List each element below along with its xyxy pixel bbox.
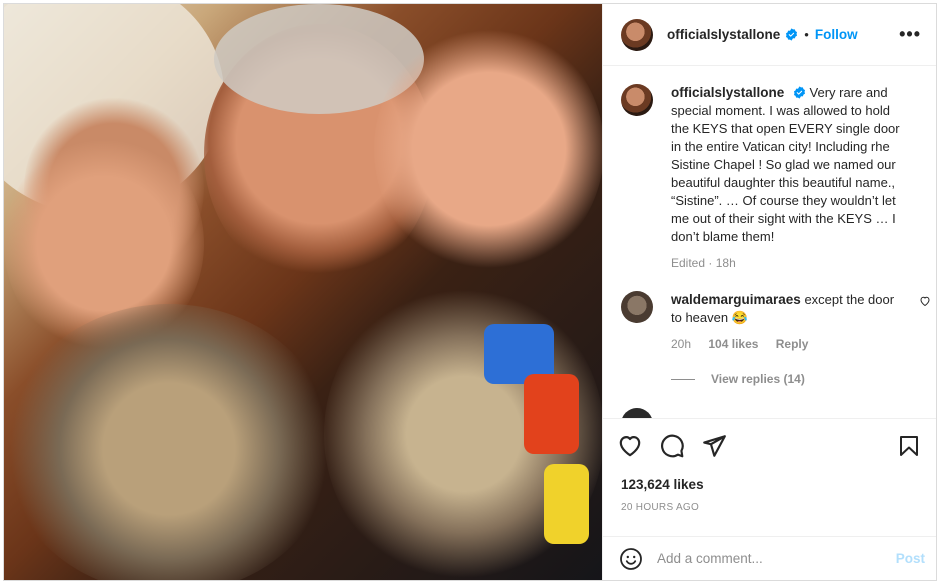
author-avatar[interactable] (621, 18, 653, 51)
edited-label: Edited (671, 256, 706, 270)
caption-meta: Edited · 18h (671, 254, 911, 272)
comment-like-heart-icon[interactable] (919, 295, 931, 307)
meta-dot: · (708, 256, 716, 270)
caption-text: Very rare and special moment. I was allo… (671, 85, 900, 244)
author-username[interactable]: officialslystallone (667, 27, 780, 42)
post-side-panel: officialslystallone • Follow ••• officia… (602, 4, 936, 580)
comment-bubble-icon[interactable] (659, 433, 685, 459)
photo-hand-right (374, 24, 602, 274)
photo-red-tag (524, 374, 579, 454)
verified-badge-icon (786, 28, 798, 41)
follow-button[interactable]: Follow (815, 27, 858, 42)
bookmark-icon[interactable] (897, 433, 921, 459)
next-comment-partial (621, 408, 921, 418)
comment-likes[interactable]: 104 likes (708, 337, 758, 351)
likes-count[interactable]: 123,624 likes (621, 477, 704, 492)
separator-dot: • (804, 27, 809, 42)
photo-yellow-tag (544, 464, 589, 544)
post-photo[interactable] (4, 4, 602, 580)
post-timestamp[interactable]: 20 HOURS AGO (621, 502, 699, 513)
post-actions: 123,624 likes 20 HOURS AGO (603, 418, 936, 536)
edited-time[interactable]: 18h (716, 256, 736, 270)
comment-meta: 20h 104 likes Reply (671, 335, 907, 353)
verified-badge-icon (793, 86, 805, 99)
commenter-avatar[interactable] (621, 291, 653, 323)
post-dialog: officialslystallone • Follow ••• officia… (3, 3, 937, 581)
caption-username[interactable]: officialslystallone (671, 85, 784, 100)
commenter-username[interactable]: waldemarguimaraes (671, 292, 801, 307)
view-replies-button[interactable]: View replies (14) (671, 372, 805, 386)
caption-avatar[interactable] (621, 84, 653, 116)
more-options-icon[interactable]: ••• (899, 25, 921, 43)
comment-input[interactable] (657, 551, 877, 566)
view-replies-label: View replies (14) (711, 372, 805, 386)
view-replies-line (671, 378, 695, 380)
photo-keys-left (4, 304, 334, 580)
heart-icon[interactable] (617, 433, 643, 459)
paper-plane-icon[interactable] (701, 433, 727, 459)
comments-section[interactable]: officialslystallone Very rare and specia… (603, 66, 936, 418)
post-caption: officialslystallone Very rare and specia… (621, 84, 921, 272)
post-header: officialslystallone • Follow ••• (603, 4, 936, 66)
comment-time[interactable]: 20h (671, 337, 691, 351)
next-commenter-avatar[interactable] (621, 408, 653, 418)
comment-item: waldemarguimaraes except the door to hea… (621, 291, 931, 353)
post-comment-button[interactable]: Post (896, 551, 925, 566)
reply-button[interactable]: Reply (776, 337, 809, 351)
smiley-icon[interactable] (619, 547, 643, 571)
action-icon-group (617, 433, 727, 459)
add-comment-bar: Post (603, 536, 936, 580)
